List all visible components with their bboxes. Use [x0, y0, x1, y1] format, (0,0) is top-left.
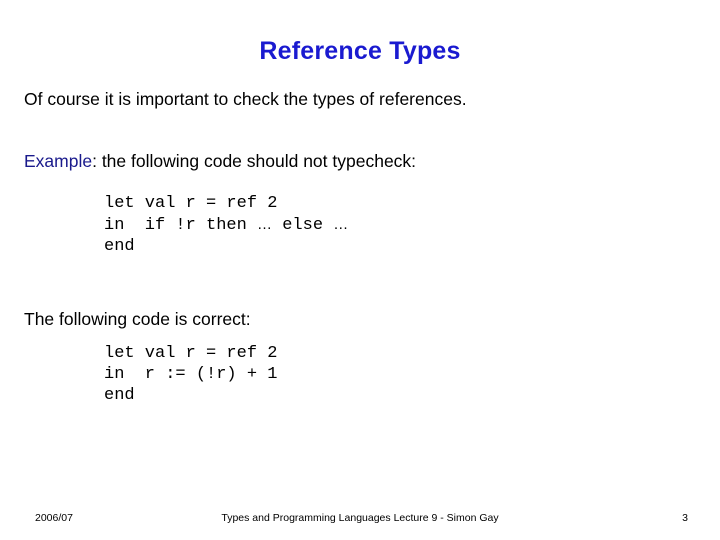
- code-line: in r := (!r) + 1: [104, 365, 278, 384]
- code-line: let val r = ref 2: [104, 194, 278, 213]
- code-line: in if !r then … else …: [104, 214, 348, 236]
- footer-page-number: 3: [682, 512, 688, 524]
- ellipsis-glyph: …: [333, 216, 349, 233]
- page-title: Reference Types: [259, 37, 461, 65]
- code-block-correct: let val r = ref 2 in r := (!r) + 1 end: [104, 343, 277, 406]
- example-label: Example: [24, 151, 93, 171]
- code-line: end: [104, 386, 135, 405]
- correct-code-paragraph: The following code is correct:: [24, 309, 251, 329]
- code-line: end: [104, 237, 135, 256]
- code-fragment: in if !r then: [104, 216, 258, 235]
- example-rest-text: : the following code should not typechec…: [92, 151, 417, 171]
- example-paragraph: Example: the following code should not t…: [24, 150, 416, 172]
- ellipsis-glyph: …: [257, 216, 273, 233]
- slide-canvas: Reference Types Of course it is importan…: [0, 0, 720, 540]
- intro-paragraph: Of course it is important to check the t…: [24, 89, 467, 109]
- code-block-incorrect: let val r = ref 2 in if !r then … else … e…: [104, 193, 348, 257]
- code-fragment: else: [272, 216, 334, 235]
- code-line: let val r = ref 2: [104, 344, 278, 363]
